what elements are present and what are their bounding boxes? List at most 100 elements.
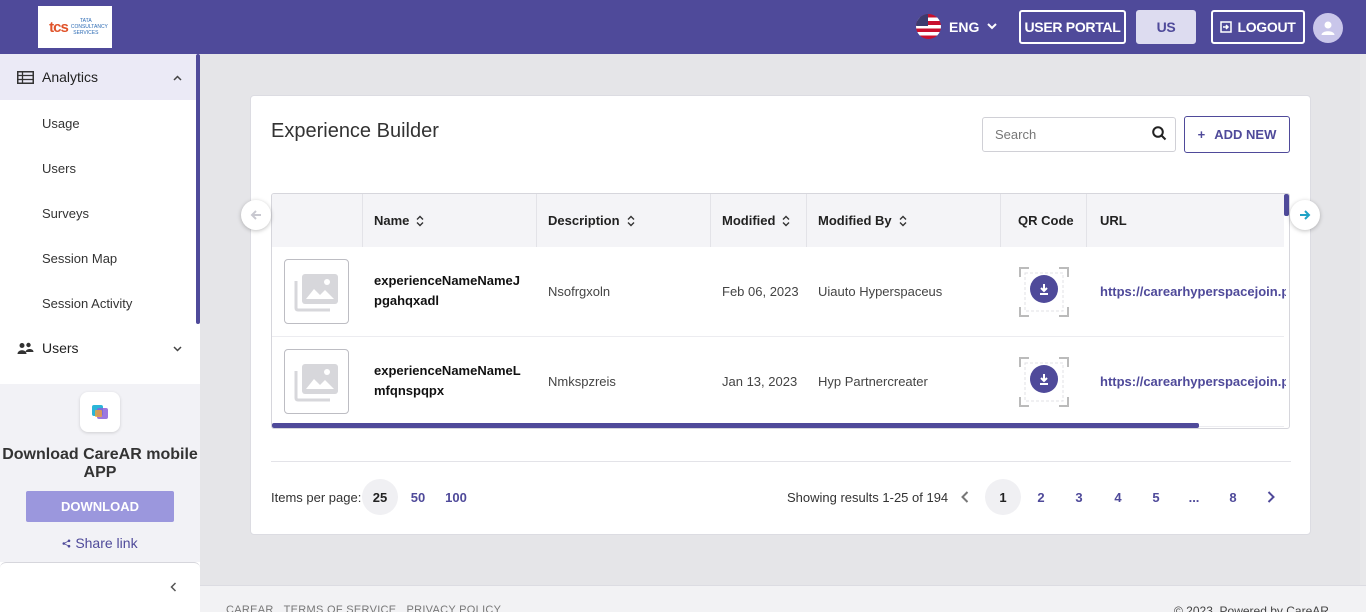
items-per-page-label: Items per page: [271, 490, 362, 505]
experience-description: Nsofrgxoln [548, 284, 611, 299]
region-button[interactable]: US [1136, 10, 1196, 44]
user-icon [1321, 21, 1335, 35]
chevron-left-icon[interactable] [947, 479, 983, 515]
footer: CAREAR TERMS OF SERVICE PRIVACY POLICY ©… [200, 585, 1366, 612]
sidebar-item-users[interactable]: Users [0, 325, 196, 371]
sidebar-item-label: Users [42, 340, 79, 356]
promo-title: Download CareAR mobile APP [2, 446, 198, 481]
table-horizontal-scrollbar[interactable] [272, 423, 1199, 428]
sidebar-item-usage[interactable]: Usage [42, 116, 80, 131]
download-app-button[interactable]: DOWNLOAD [26, 491, 174, 522]
footer-link-privacy[interactable]: PRIVACY POLICY [406, 604, 501, 612]
chevron-right-icon[interactable] [1253, 479, 1289, 515]
search-input[interactable] [983, 118, 1143, 151]
tcs-logo[interactable]: tcs TATA CONSULTANCY SERVICES [38, 6, 112, 48]
page-3-button[interactable]: 3 [1061, 479, 1097, 515]
sidebar-collapse-bar[interactable] [0, 562, 200, 612]
modified-date: Feb 06, 2023 [722, 284, 799, 299]
share-icon [62, 539, 71, 548]
us-flag-icon [916, 14, 941, 39]
table-row[interactable]: experienceNameNameLmfqnspqpx Nmkspzreis … [272, 337, 1286, 427]
column-header-url: URL [1100, 194, 1127, 247]
table-header: Name Description Modified Modified By QR… [272, 194, 1284, 247]
sidebar-item-session-map[interactable]: Session Map [42, 251, 117, 266]
sort-icon[interactable] [782, 215, 790, 227]
table-row[interactable]: experienceNameNameJpgahqxadl Nsofrgxoln … [272, 247, 1286, 337]
column-divider [1000, 194, 1001, 247]
share-link[interactable]: Share link [0, 535, 200, 551]
experience-url-link[interactable]: https://carearhyperspacejoin.page.link [1100, 374, 1286, 389]
user-avatar[interactable] [1313, 13, 1343, 43]
chevron-down-icon [987, 23, 998, 30]
experience-name[interactable]: experienceNameNameJpgahqxadl [374, 271, 524, 311]
page-2-button[interactable]: 2 [1023, 479, 1059, 515]
logout-button[interactable]: LOGOUT [1211, 10, 1305, 44]
column-header-name[interactable]: Name [374, 194, 424, 247]
table-icon [17, 70, 34, 84]
download-qr-icon[interactable] [1030, 365, 1058, 393]
column-divider [806, 194, 807, 247]
experience-name[interactable]: experienceNameNameLmfqnspqpx [374, 361, 524, 401]
top-bar: tcs TATA CONSULTANCY SERVICES ENG USER P… [0, 0, 1366, 54]
sort-icon[interactable] [899, 215, 907, 227]
chevron-down-icon [173, 341, 182, 355]
column-header-modified-by[interactable]: Modified By [818, 194, 907, 247]
divider [271, 461, 1291, 462]
sidebar-item-surveys[interactable]: Surveys [42, 206, 89, 221]
logout-label: LOGOUT [1237, 19, 1296, 35]
add-new-button[interactable]: + ADD NEW [1184, 116, 1290, 153]
page-1-button[interactable]: 1 [985, 479, 1021, 515]
footer-link-carear[interactable]: CAREAR [226, 604, 274, 612]
logo-subtext: TATA CONSULTANCY SERVICES [70, 18, 108, 36]
experience-thumbnail[interactable] [284, 349, 349, 414]
sort-icon[interactable] [416, 215, 424, 227]
share-link-label: Share link [75, 535, 138, 551]
app-download-promo: Download CareAR mobile APP DOWNLOAD Shar… [0, 384, 200, 562]
column-label: Description [548, 213, 620, 228]
modified-date: Jan 13, 2023 [722, 374, 798, 389]
page-8-button[interactable]: 8 [1215, 479, 1251, 515]
user-portal-button[interactable]: USER PORTAL [1019, 10, 1126, 44]
modified-by: Uiauto Hyperspaceus [818, 284, 943, 299]
add-new-label: ADD NEW [1214, 127, 1277, 142]
column-label: Modified [722, 213, 776, 228]
page-size-100[interactable]: 100 [438, 479, 474, 515]
page-scrollbar[interactable] [1360, 54, 1366, 585]
column-header-modified[interactable]: Modified [722, 194, 790, 247]
experience-thumbnail[interactable] [284, 259, 349, 324]
column-divider [362, 194, 363, 247]
sidebar-item-label: Analytics [42, 69, 99, 85]
table-vertical-scrollbar[interactable] [1284, 194, 1289, 216]
chevron-left-icon[interactable] [170, 579, 177, 595]
sidebar-item-analytics[interactable]: Analytics [0, 54, 196, 100]
page-size-25[interactable]: 25 [362, 479, 398, 515]
sidebar-item-users-analytics[interactable]: Users [42, 161, 76, 176]
column-divider [536, 194, 537, 247]
column-header-description[interactable]: Description [548, 194, 635, 247]
column-label: QR Code [1018, 213, 1074, 228]
footer-link-terms[interactable]: TERMS OF SERVICE [284, 604, 397, 612]
column-divider [710, 194, 711, 247]
download-qr-icon[interactable] [1030, 275, 1058, 303]
sidebar-scrollbar[interactable] [196, 54, 200, 324]
language-selector[interactable]: ENG [916, 14, 998, 39]
users-icon [17, 342, 34, 354]
page-4-button[interactable]: 4 [1100, 479, 1136, 515]
copyright: © 2023. Powered by CareAR [1174, 604, 1329, 612]
column-label: Modified By [818, 213, 892, 228]
experience-description: Nmkspzreis [548, 374, 616, 389]
qr-code[interactable] [1019, 267, 1069, 317]
page-5-button[interactable]: 5 [1138, 479, 1174, 515]
search-icon[interactable] [1152, 126, 1167, 141]
qr-code[interactable] [1019, 357, 1069, 407]
logo-text: tcs [49, 18, 69, 36]
sidebar-item-session-activity[interactable]: Session Activity [42, 296, 132, 311]
experience-url-link[interactable]: https://carearhyperspacejoin.page.link [1100, 284, 1286, 299]
sort-icon[interactable] [627, 215, 635, 227]
page-size-50[interactable]: 50 [400, 479, 436, 515]
image-placeholder-icon [294, 363, 338, 401]
scroll-left-arrow-icon[interactable] [241, 200, 271, 230]
chevron-up-icon [173, 70, 182, 84]
scroll-right-arrow-icon[interactable] [1290, 200, 1320, 230]
search-box[interactable] [982, 117, 1176, 152]
